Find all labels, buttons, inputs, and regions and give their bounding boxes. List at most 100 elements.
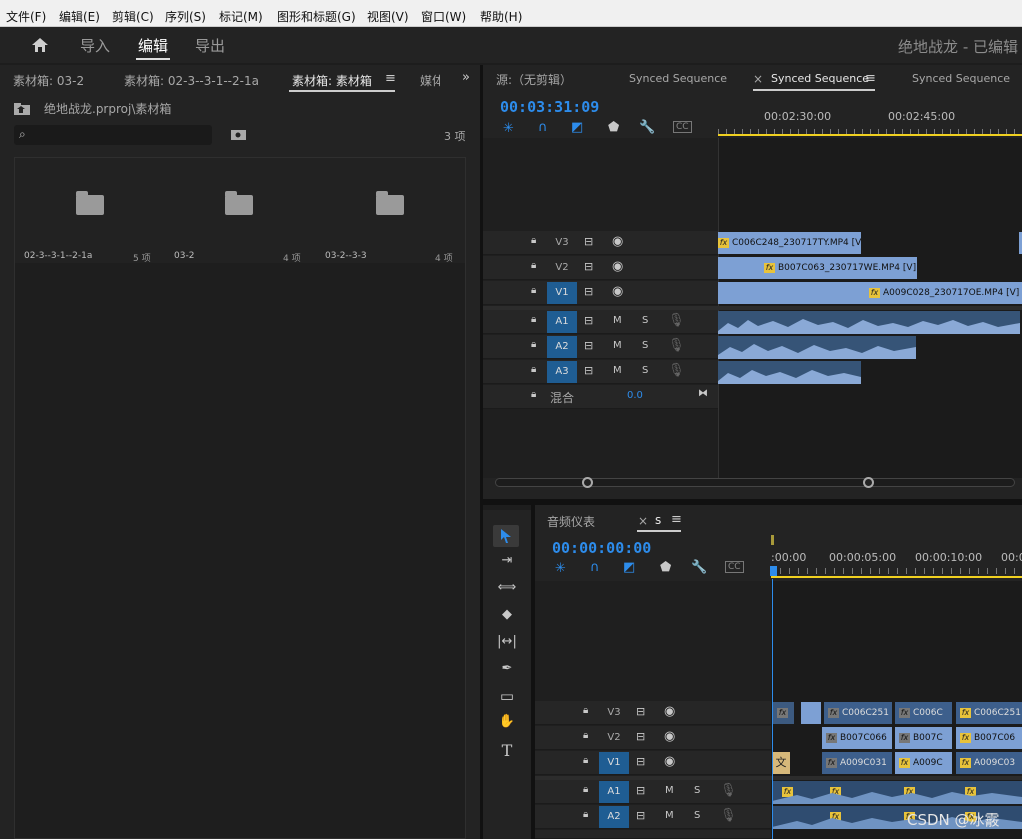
eye-icon[interactable]: ◉: [664, 754, 675, 769]
menu-file[interactable]: 文件(F): [6, 8, 46, 25]
tab-close-icon[interactable]: ×: [638, 514, 648, 528]
microphone-icon[interactable]: 🎙︎: [720, 808, 737, 823]
slip-tool-icon[interactable]: |↔|: [496, 634, 518, 649]
panel-menu-icon[interactable]: ≡: [385, 71, 396, 86]
tab-close-icon[interactable]: ×: [753, 72, 763, 86]
microphone-icon[interactable]: 🎙︎: [668, 313, 685, 328]
audio-clip-a1[interactable]: [718, 311, 1020, 334]
track-label[interactable]: A1: [599, 781, 629, 803]
menu-window[interactable]: 窗口(W): [421, 8, 466, 25]
menu-graphics[interactable]: 图形和标题(G): [277, 8, 356, 25]
sync-lock-icon[interactable]: ⊟: [636, 705, 645, 718]
wrench-icon[interactable]: 🔧: [639, 120, 655, 135]
mute-button[interactable]: M: [613, 340, 622, 351]
clip-v3-gap[interactable]: [801, 702, 821, 724]
lock-icon[interactable]: 🔒︎: [583, 755, 588, 766]
captions-icon[interactable]: CC: [725, 561, 744, 573]
microphone-icon[interactable]: 🎙︎: [668, 338, 685, 353]
sync-lock-icon[interactable]: ⊟: [636, 809, 645, 822]
pen-tool-icon[interactable]: ✒: [496, 661, 518, 676]
ripple-edit-tool-icon[interactable]: ⟺: [496, 580, 518, 595]
solo-button[interactable]: S: [642, 315, 648, 326]
work-area-bar[interactable]: [718, 134, 1022, 136]
folder-tile[interactable]: 03-2 4 项: [165, 158, 315, 264]
folder-tile[interactable]: 02-3--3-1--2-1a 5 项: [15, 158, 165, 264]
solo-button[interactable]: S: [642, 365, 648, 376]
panel-divider-tools[interactable]: [531, 505, 535, 839]
clip-v3-1[interactable]: fx C006C251: [824, 702, 892, 724]
menu-edit[interactable]: 编辑(E): [59, 8, 100, 25]
selection-tool-icon[interactable]: [500, 528, 512, 544]
lock-icon[interactable]: 🔒︎: [583, 705, 588, 716]
eye-icon[interactable]: ◉: [612, 259, 623, 274]
sync-lock-icon[interactable]: ⊟: [584, 235, 593, 248]
track-label[interactable]: A3: [547, 361, 577, 383]
home-icon[interactable]: [31, 37, 49, 53]
audio-meters-tab[interactable]: 音频仪表: [547, 513, 595, 530]
clip-v3-3[interactable]: fx C006C251: [956, 702, 1022, 724]
menu-sequence[interactable]: 序列(S): [165, 8, 206, 25]
lock-icon[interactable]: 🔒︎: [531, 339, 536, 350]
sync-lock-icon[interactable]: ⊟: [584, 364, 593, 377]
menu-clip[interactable]: 剪辑(C): [112, 8, 154, 25]
eye-icon[interactable]: ◉: [612, 284, 623, 299]
sync-lock-icon[interactable]: ⊟: [584, 260, 593, 273]
zoom-scrollbar[interactable]: [495, 477, 1015, 488]
nest-icon[interactable]: ✳: [503, 121, 514, 136]
timecode-display[interactable]: 00:03:31:09: [500, 98, 599, 116]
panel-menu-icon[interactable]: ≡: [671, 512, 682, 527]
wrench-icon[interactable]: 🔧: [691, 560, 707, 575]
solo-button[interactable]: S: [642, 340, 648, 351]
add-marker-icon[interactable]: ⬟: [660, 560, 671, 575]
more-tabs-icon[interactable]: »: [462, 70, 470, 85]
folder-tile[interactable]: 03-2--3-3 4 项: [315, 158, 465, 264]
nest-icon[interactable]: ✳: [555, 561, 566, 576]
lock-icon[interactable]: 🔒︎: [531, 389, 536, 400]
scrollbar-handle-right[interactable]: [863, 477, 874, 488]
lock-icon[interactable]: 🔒︎: [531, 314, 536, 325]
clip-v3[interactable]: fx C006C248_230717TY.MP4 [V]: [718, 232, 861, 254]
eye-icon[interactable]: ◉: [664, 704, 675, 719]
scrollbar-handle-left[interactable]: [582, 477, 593, 488]
mix-sync-icon[interactable]: ⧓: [698, 388, 708, 399]
clip-v3-small[interactable]: fx: [772, 702, 794, 724]
mix-volume-value[interactable]: 0.0: [627, 390, 643, 401]
playhead-handle[interactable]: [770, 566, 777, 576]
microphone-icon[interactable]: 🎙︎: [720, 783, 737, 798]
work-area-bar[interactable]: [771, 576, 1022, 578]
synced-sequence-tab-3[interactable]: Synced Sequence: [912, 72, 1010, 85]
clip-v2-1[interactable]: fx B007C066: [822, 727, 892, 749]
lock-icon[interactable]: 🔒︎: [531, 364, 536, 375]
microphone-icon[interactable]: 🎙︎: [668, 363, 685, 378]
bin-tab-media[interactable]: 媒体: [420, 72, 440, 89]
search-input[interactable]: ⌕: [14, 125, 212, 145]
tab-import[interactable]: 导入: [80, 35, 110, 56]
mute-button[interactable]: M: [613, 315, 622, 326]
type-tool-icon[interactable]: T: [496, 741, 518, 760]
tab-export[interactable]: 导出: [195, 35, 225, 56]
clip-v1[interactable]: fx A009C028_230717OE.MP4 [V]: [718, 282, 1022, 304]
hand-tool-icon[interactable]: ✋: [496, 714, 518, 729]
time-ruler[interactable]: :00:00 00:00:05:00 00:00:10:00 00:0: [770, 535, 1022, 579]
track-label[interactable]: A2: [599, 806, 629, 828]
clip-v1-1[interactable]: fx A009C031: [822, 752, 892, 774]
sync-lock-icon[interactable]: ⊟: [584, 339, 593, 352]
menu-marker[interactable]: 标记(M): [219, 8, 263, 25]
snap-magnet-icon[interactable]: ∩: [538, 120, 548, 135]
captions-icon[interactable]: CC: [673, 121, 692, 133]
eye-icon[interactable]: ◉: [664, 729, 675, 744]
track-label[interactable]: V3: [599, 702, 629, 724]
sync-lock-icon[interactable]: ⊟: [636, 784, 645, 797]
panel-divider-horizontal[interactable]: [483, 499, 1022, 505]
track-label[interactable]: A2: [547, 336, 577, 358]
title-clip[interactable]: 文: [772, 752, 790, 774]
bin-tab-02-3[interactable]: 素材箱: 02-3--3-1--2-1a: [124, 72, 259, 89]
linked-selection-icon[interactable]: ◩: [623, 560, 635, 575]
linked-selection-icon[interactable]: ◩: [571, 120, 583, 135]
timecode-display[interactable]: 00:00:00:00: [552, 539, 651, 557]
in-point-marker[interactable]: [771, 535, 774, 545]
track-select-tool-icon[interactable]: ⇥: [496, 553, 518, 568]
synced-sequence-tab-active[interactable]: Synced Sequence: [771, 72, 869, 85]
sync-lock-icon[interactable]: ⊟: [636, 755, 645, 768]
sync-lock-icon[interactable]: ⊟: [584, 314, 593, 327]
